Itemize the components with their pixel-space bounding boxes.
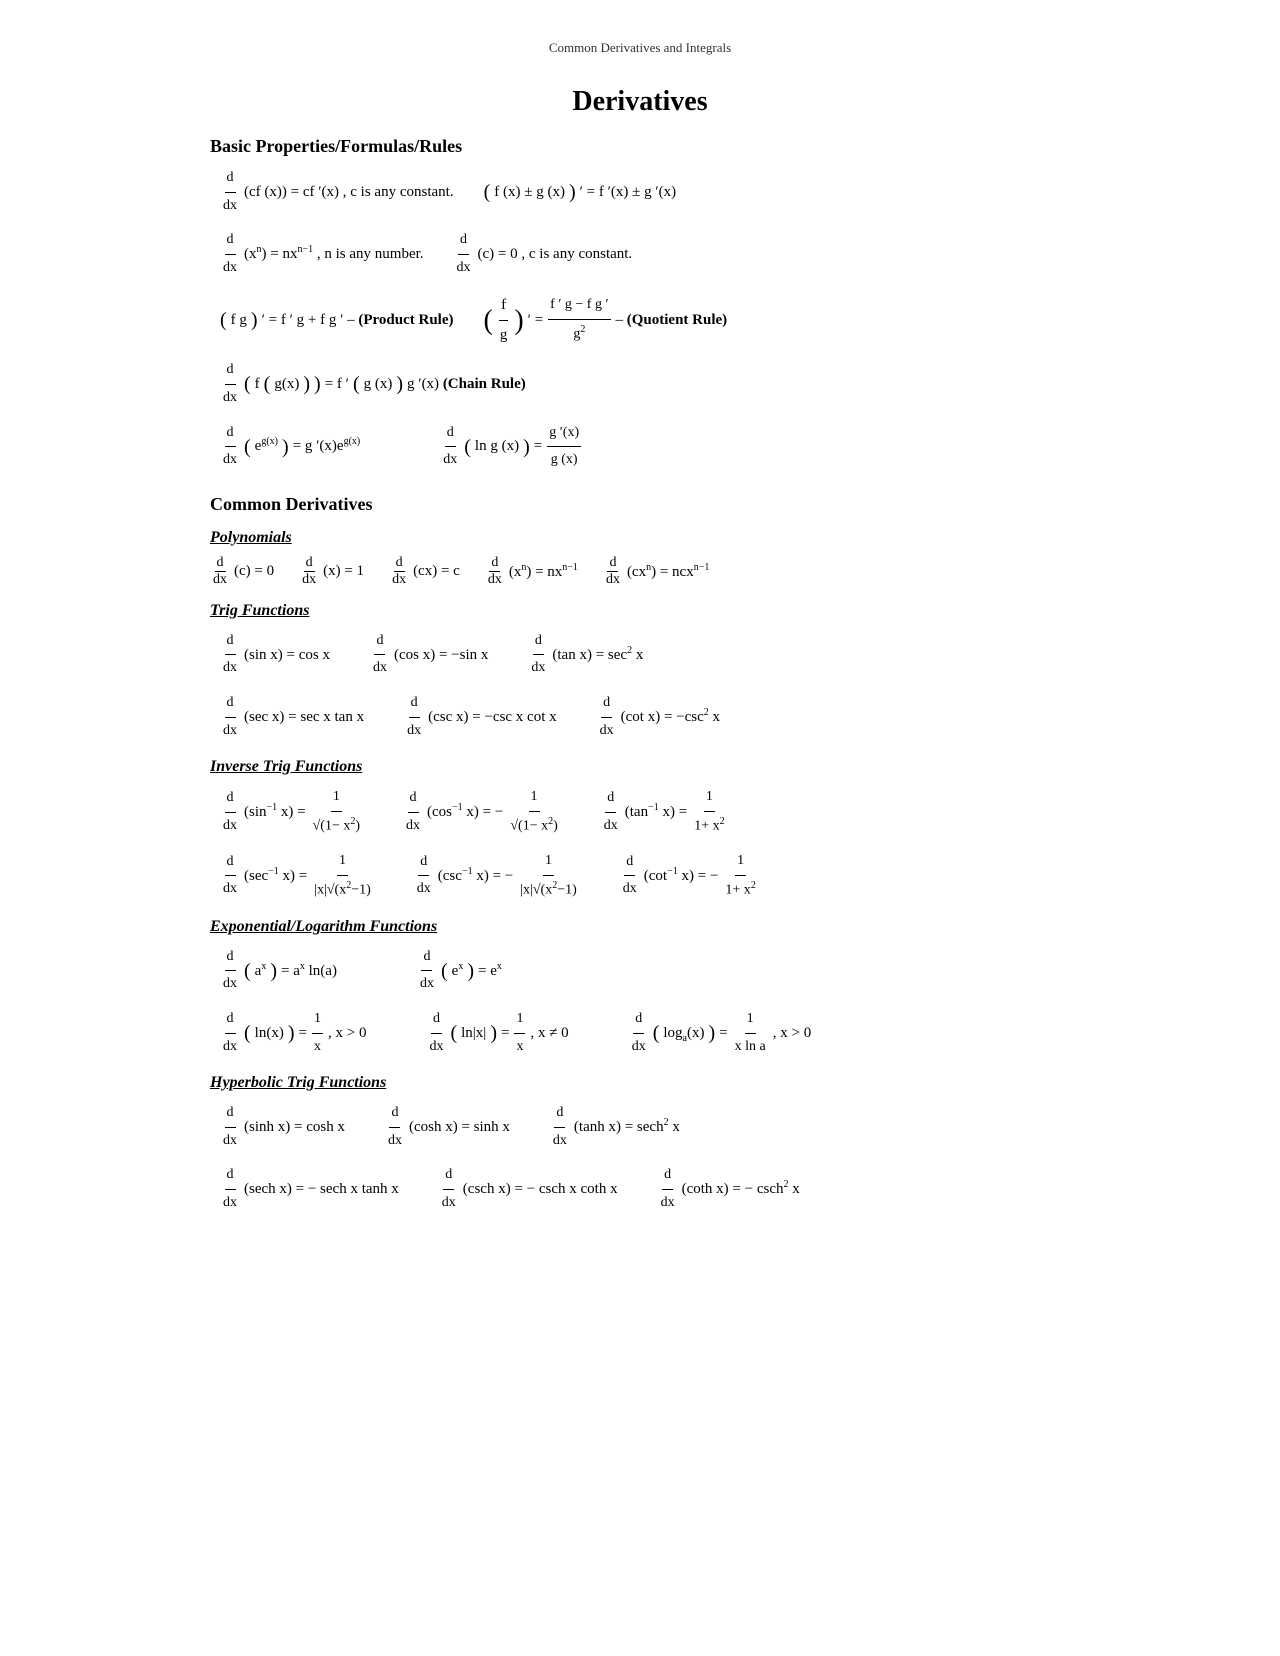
formula-3b: ( fg ) ′ = f ′ g − f g ′g2 – (Quotient R… bbox=[484, 291, 728, 349]
formula-2b: ddx (c) = 0 , c is any constant. bbox=[454, 227, 633, 281]
formula-row-4: ddx ( f ( g(x) ) ) = f ′ ( g (x) ) g ′(x… bbox=[220, 357, 1070, 411]
formula-row-2: ddx (xn) = nxn−1 , n is any number. ddx … bbox=[220, 227, 1070, 281]
basic-properties-title: Basic Properties/Formulas/Rules bbox=[210, 136, 1070, 157]
formula-1a: ddx (cf (x)) = cf ′(x) , c is any consta… bbox=[220, 165, 454, 219]
formula-3a: ( f g ) ′ = f ′ g + f g ′ – (Product Rul… bbox=[220, 301, 454, 339]
inv-trig-title: Inverse Trig Functions bbox=[210, 758, 1070, 776]
formula-row-5: ddx ( eg(x) ) = g ′(x)eg(x) ddx ( ln g (… bbox=[220, 420, 1070, 474]
trig-title: Trig Functions bbox=[210, 602, 1070, 620]
formula-1b: ( f (x) ± g (x) ) ′ = f ′(x) ± g ′(x) bbox=[484, 173, 677, 211]
exp-log-title: Exponential/Logarithm Functions bbox=[210, 918, 1070, 936]
main-title-text: Derivatives bbox=[572, 86, 707, 117]
formula-row-1: ddx (cf (x)) = cf ′(x) , c is any consta… bbox=[220, 165, 1070, 219]
page-header: Common Derivatives and Integrals bbox=[210, 40, 1070, 56]
formula-row-3: ( f g ) ′ = f ′ g + f g ′ – (Product Rul… bbox=[220, 291, 1070, 349]
formula-2a: ddx (xn) = nxn−1 , n is any number. bbox=[220, 227, 424, 281]
trig-formulas: ddx (sin x) = cos x ddx (cos x) = −sin x… bbox=[220, 628, 1070, 744]
main-title: Derivatives bbox=[210, 86, 1070, 118]
inv-trig-formulas: ddx (sin−1 x) = 1√(1− x2) ddx (cos−1 x) … bbox=[220, 784, 1070, 904]
header-title: Common Derivatives and Integrals bbox=[549, 40, 731, 55]
polynomials-formulas: ddx (c) = 0 ddx (x) = 1 ddx (cx) = c ddx… bbox=[210, 555, 1070, 588]
hyp-trig-formulas: ddx (sinh x) = cosh x ddx (cosh x) = sin… bbox=[220, 1100, 1070, 1216]
formula-5a: ddx ( eg(x) ) = g ′(x)eg(x) bbox=[220, 420, 360, 474]
formula-5b: ddx ( ln g (x) ) = g ′(x)g (x) bbox=[440, 420, 582, 474]
polynomials-title: Polynomials bbox=[210, 529, 1070, 547]
exp-log-formulas: ddx ( ax ) = ax ln(a) ddx ( ex ) = ex dd… bbox=[220, 944, 1070, 1060]
basic-properties-formulas: ddx (cf (x)) = cf ′(x) , c is any consta… bbox=[220, 165, 1070, 474]
common-derivatives-title: Common Derivatives bbox=[210, 494, 1070, 515]
formula-4a: ddx ( f ( g(x) ) ) = f ′ ( g (x) ) g ′(x… bbox=[220, 357, 526, 411]
hyp-trig-title: Hyperbolic Trig Functions bbox=[210, 1074, 1070, 1092]
